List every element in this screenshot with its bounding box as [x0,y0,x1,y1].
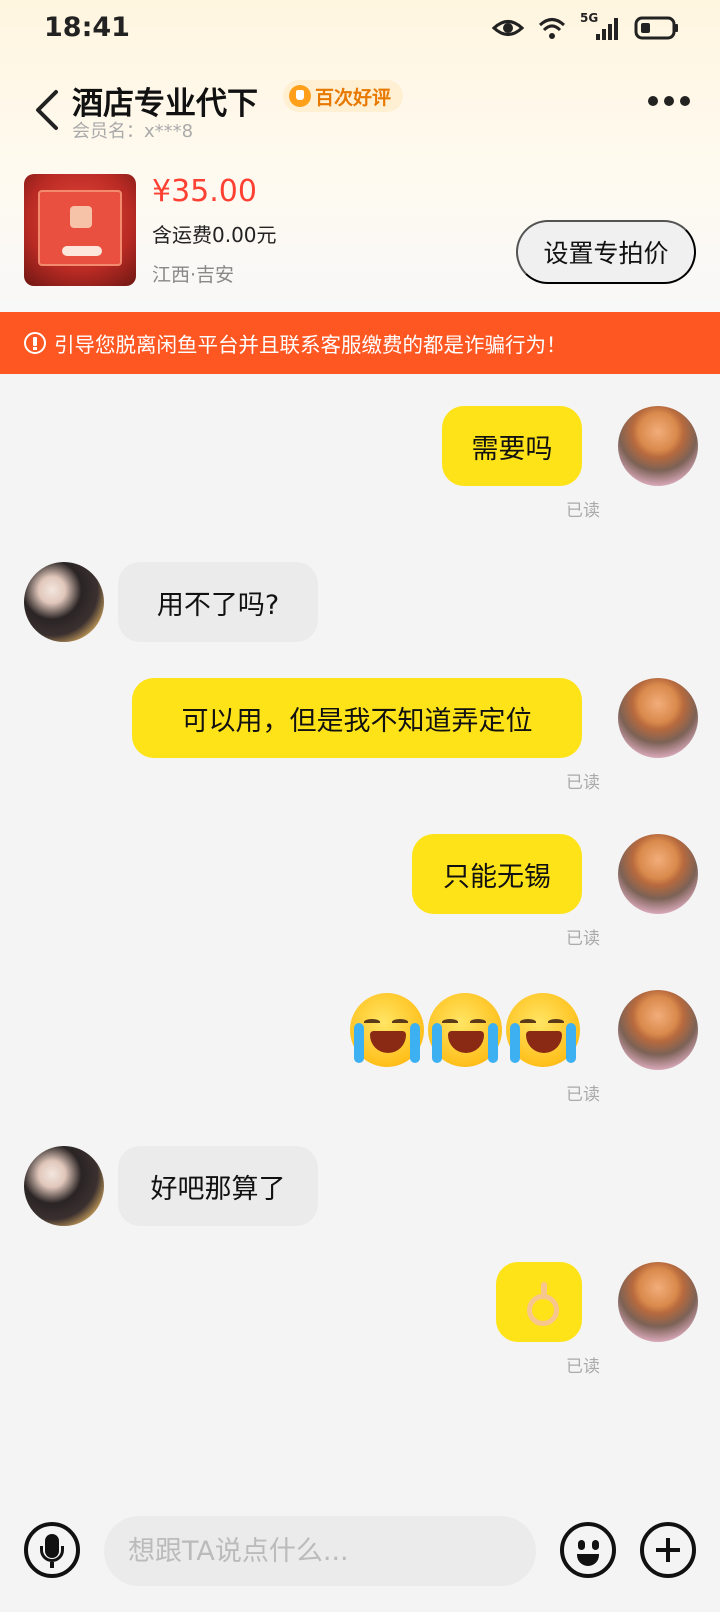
my-avatar[interactable] [618,1262,698,1342]
my-avatar[interactable] [618,990,698,1070]
rating-badge: 百次好评 [283,80,404,112]
smiley-mouth [577,1554,599,1566]
emoji-tear [432,1023,442,1063]
chevron-left-icon [36,90,58,130]
message-bubble[interactable] [496,1262,582,1342]
my-avatar[interactable] [618,678,698,758]
more-options-button[interactable] [648,96,690,110]
emoji-eye [548,1019,564,1025]
dot-icon [664,96,674,106]
warning-icon [24,332,46,354]
dot-icon [680,96,690,106]
emoji-mouth [526,1031,562,1053]
set-special-price-button[interactable]: 设置专拍价 [516,220,696,284]
rating-badge-label: 百次好评 [315,86,392,109]
signal-icon: 5G [580,11,620,42]
contact-avatar[interactable] [24,562,104,642]
emoji-eye [364,1019,380,1025]
read-status: 已读 [566,1085,600,1105]
emoji-tear [488,1023,498,1063]
emoji-eye [520,1019,536,1025]
my-avatar[interactable] [618,834,698,914]
ok-hand-emoji [525,1282,559,1326]
product-image [38,190,122,266]
crying-laughing-emoji[interactable] [506,993,580,1067]
microphone-stem [50,1562,54,1568]
member-name: 会员名：x***8 [72,121,194,142]
smiley-eye [578,1540,585,1550]
emoji-mouth [370,1031,406,1053]
add-attachment-button[interactable] [640,1522,696,1578]
message-bubble[interactable]: 用不了吗? [118,562,318,642]
emoji-tear [566,1023,576,1063]
crying-laughing-emoji[interactable] [350,993,424,1067]
battery-icon [634,16,678,40]
emoji-tear [354,1023,364,1063]
read-status: 已读 [566,929,600,949]
emoji-eye [470,1019,486,1025]
warning-text: 引导您脱离闲鱼平台并且联系客服缴费的都是诈骗行为！ [54,333,567,357]
voice-input-button[interactable] [24,1522,80,1578]
emoji-eye [392,1019,408,1025]
product-thumbnail[interactable] [24,174,136,286]
status-icons: 5G [492,11,680,44]
thumbs-up-icon [289,85,311,107]
emoji-tear [410,1023,420,1063]
wifi-icon [538,18,566,39]
crying-laughing-emoji[interactable] [428,993,502,1067]
read-status: 已读 [566,1357,600,1377]
product-location: 江西·吉安 [152,264,235,286]
dot-icon [648,96,658,106]
fraud-warning-banner: 引导您脱离闲鱼平台并且联系客服缴费的都是诈骗行为！ [0,312,720,374]
message-bubble[interactable]: 需要吗 [442,406,582,486]
message-input[interactable] [104,1516,536,1586]
eye-icon [492,20,524,36]
read-status: 已读 [566,773,600,793]
shipping-fee: 含运费0.00元 [152,223,277,247]
contact-avatar[interactable] [24,1146,104,1226]
read-status: 已读 [566,501,600,521]
emoji-button[interactable] [560,1522,616,1578]
emoji-eye [442,1019,458,1025]
status-bar: 18:41 5G [0,0,720,56]
emoji-mouth [448,1031,484,1053]
emoji-tear [510,1023,520,1063]
back-button[interactable] [30,88,66,132]
message-bubble[interactable]: 好吧那算了 [118,1146,318,1226]
message-bubble[interactable]: 可以用，但是我不知道弄定位 [132,678,582,758]
smiley-eye [592,1540,599,1550]
microphone-arc [40,1546,64,1562]
status-time: 18:41 [44,12,130,43]
message-bubble[interactable]: 只能无锡 [412,834,582,914]
product-price: ¥35.00 [152,174,257,209]
my-avatar[interactable] [618,406,698,486]
